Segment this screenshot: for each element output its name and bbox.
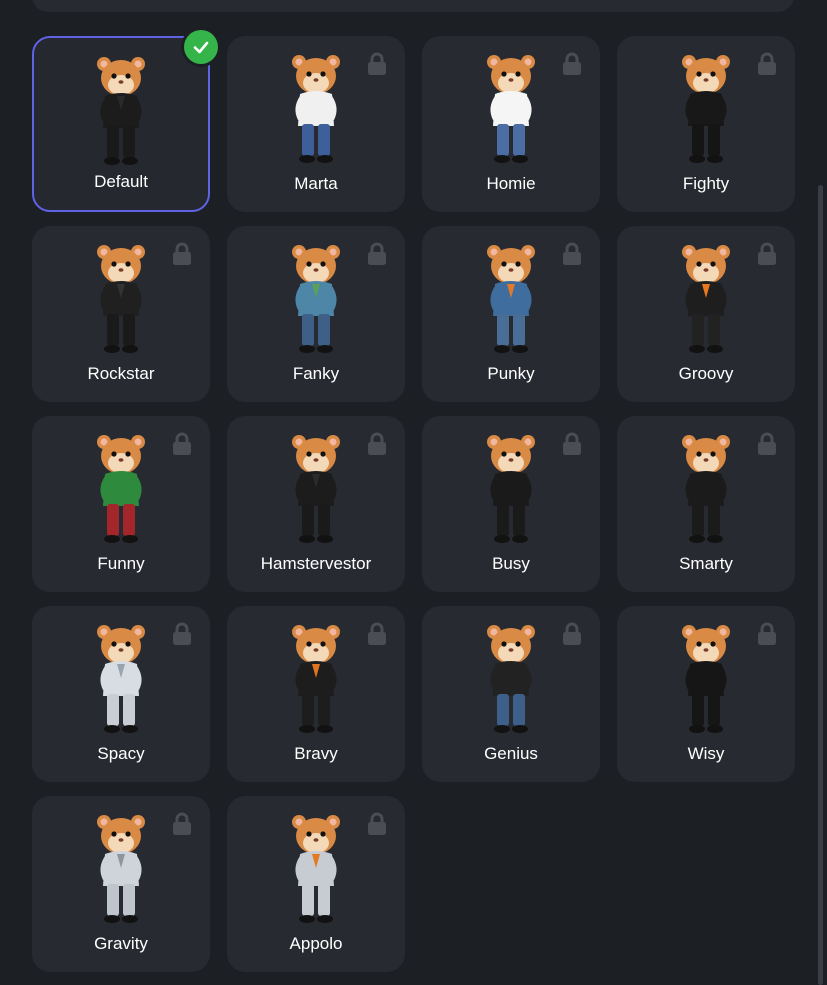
skin-avatar <box>89 618 153 736</box>
skin-name: Appolo <box>289 934 343 953</box>
lock-icon <box>559 431 585 457</box>
skin-card-appolo[interactable]: Appolo <box>227 796 405 972</box>
skin-card-fighty[interactable]: Fighty <box>617 36 795 212</box>
lock-icon <box>364 51 390 77</box>
scrollbar[interactable] <box>818 185 823 985</box>
previous-section-card <box>32 0 794 12</box>
skin-name: Busy <box>492 554 530 573</box>
lock-icon <box>364 241 390 267</box>
lock-icon <box>169 621 195 647</box>
lock-icon <box>169 241 195 267</box>
skin-avatar <box>479 428 543 546</box>
skin-name: Marta <box>294 174 338 193</box>
skin-avatar <box>284 808 348 926</box>
lock-icon <box>169 431 195 457</box>
lock-icon <box>754 241 780 267</box>
skin-avatar <box>284 238 348 356</box>
skin-card-punky[interactable]: Punky <box>422 226 600 402</box>
skin-avatar <box>479 48 543 166</box>
lock-icon <box>559 51 585 77</box>
skin-card-rockstar[interactable]: Rockstar <box>32 226 210 402</box>
skin-card-smarty[interactable]: Smarty <box>617 416 795 592</box>
skin-avatar <box>89 50 153 168</box>
skin-card-spacy[interactable]: Spacy <box>32 606 210 782</box>
skin-avatar <box>674 48 738 166</box>
skin-card-funny[interactable]: Funny <box>32 416 210 592</box>
skin-card-homie[interactable]: Homie <box>422 36 600 212</box>
skin-card-gravity[interactable]: Gravity <box>32 796 210 972</box>
skin-avatar <box>674 428 738 546</box>
skin-name: Bravy <box>294 744 338 763</box>
skin-avatar <box>479 238 543 356</box>
skin-name: Default <box>94 172 148 191</box>
skin-name: Fanky <box>292 364 340 383</box>
skin-avatar <box>89 238 153 356</box>
skin-name: Hamstervestor <box>260 554 372 573</box>
skin-card-groovy[interactable]: Groovy <box>617 226 795 402</box>
skin-card-hamstervestor[interactable]: Hamstervestor <box>227 416 405 592</box>
skins-grid: Default Marta Homie Fighty Rockstar Fank… <box>32 30 795 972</box>
lock-icon <box>364 621 390 647</box>
skin-avatar <box>284 48 348 166</box>
lock-icon <box>754 51 780 77</box>
skin-avatar <box>284 428 348 546</box>
skin-name: Homie <box>486 174 536 193</box>
skin-avatar <box>674 238 738 356</box>
skin-name: Genius <box>484 744 538 763</box>
skin-name: Punky <box>487 364 535 383</box>
skin-avatar <box>89 428 153 546</box>
lock-icon <box>559 621 585 647</box>
selected-check-icon <box>184 30 218 64</box>
skin-avatar <box>284 618 348 736</box>
skin-name: Spacy <box>97 744 145 763</box>
lock-icon <box>559 241 585 267</box>
skin-avatar <box>674 618 738 736</box>
skin-name: Groovy <box>678 364 734 383</box>
skin-card-busy[interactable]: Busy <box>422 416 600 592</box>
skin-name: Rockstar <box>87 364 155 383</box>
lock-icon <box>364 431 390 457</box>
skin-avatar <box>89 808 153 926</box>
skin-name: Smarty <box>679 554 733 573</box>
lock-icon <box>754 431 780 457</box>
skin-card-default[interactable]: Default <box>32 30 218 212</box>
lock-icon <box>754 621 780 647</box>
skin-name: Funny <box>97 554 145 573</box>
skin-card-bravy[interactable]: Bravy <box>227 606 405 782</box>
lock-icon <box>364 811 390 837</box>
skin-card-wisy[interactable]: Wisy <box>617 606 795 782</box>
skin-name: Gravity <box>94 934 148 953</box>
skin-card-fanky[interactable]: Fanky <box>227 226 405 402</box>
skin-avatar <box>479 618 543 736</box>
skin-card-marta[interactable]: Marta <box>227 36 405 212</box>
skin-name: Wisy <box>687 744 725 763</box>
skin-name: Fighty <box>682 174 730 193</box>
lock-icon <box>169 811 195 837</box>
skin-card-genius[interactable]: Genius <box>422 606 600 782</box>
